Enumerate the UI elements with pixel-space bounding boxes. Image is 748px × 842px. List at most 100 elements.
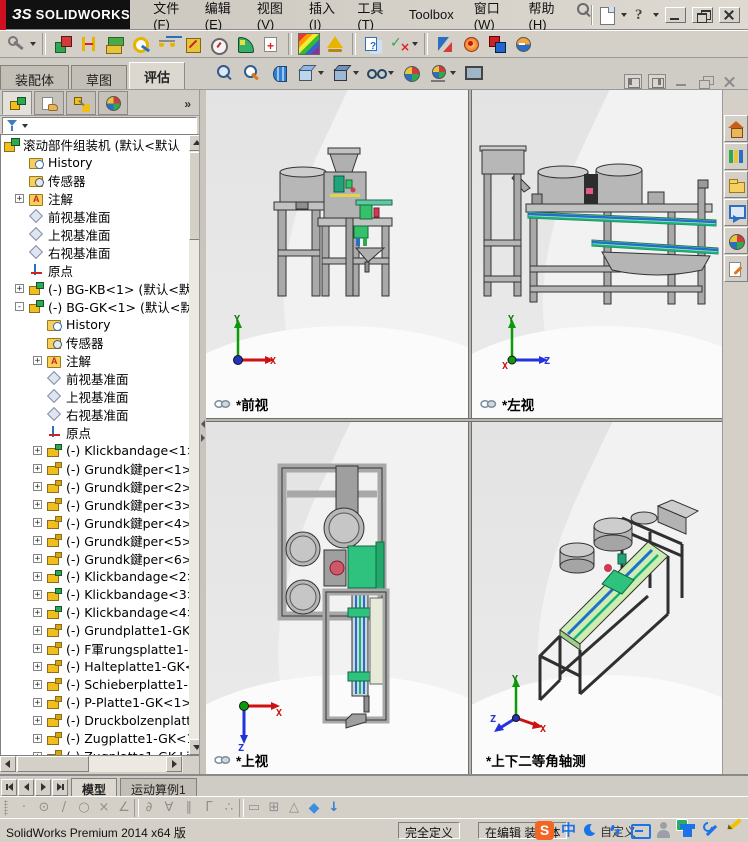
tab-assembly[interactable]: 装配体	[0, 65, 70, 89]
expand-toggle[interactable]: +	[33, 535, 42, 545]
design-checker[interactable]	[387, 32, 419, 56]
expand-toggle[interactable]: +	[33, 607, 42, 617]
expand-toggle[interactable]: +	[33, 661, 42, 671]
grid-system[interactable]: ⊞	[264, 799, 284, 817]
search-icon[interactable]	[574, 0, 591, 20]
expand-toggle[interactable]: +	[15, 193, 24, 203]
viewport-top[interactable]: X Z *上视	[206, 422, 468, 774]
corner-rectangle[interactable]: Γ	[199, 799, 219, 817]
tree-item[interactable]: 原点	[1, 261, 198, 279]
design-library[interactable]	[724, 143, 748, 170]
configurationmanager-tab[interactable]	[66, 91, 96, 115]
deviation-analysis[interactable]	[323, 32, 347, 56]
custom-properties[interactable]	[724, 255, 748, 282]
hide-show-items[interactable]	[365, 62, 395, 84]
zoom-to-fit[interactable]	[214, 62, 236, 84]
expand-toggle[interactable]: +	[33, 499, 42, 509]
featuremanager-tab[interactable]	[2, 91, 32, 115]
tree-item[interactable]: + (-) F軍rungsplatte1-	[1, 639, 198, 657]
display-style[interactable]	[330, 62, 360, 84]
solidworks-resources[interactable]	[724, 115, 748, 142]
spline[interactable]: ∂	[139, 799, 159, 817]
tree-item[interactable]: + (-) Halteplatte1-GK<	[1, 657, 198, 675]
close-button[interactable]	[719, 6, 740, 23]
expand-toggle[interactable]: +	[33, 697, 42, 707]
tab-evaluate[interactable]: 评估	[129, 62, 186, 89]
tree-horizontal-scrollbar[interactable]	[0, 756, 183, 772]
panel-splitter[interactable]	[199, 90, 206, 774]
ime-account-icon[interactable]	[655, 820, 672, 840]
help-icon[interactable]	[632, 5, 648, 25]
chevron-down-icon[interactable]	[22, 123, 28, 128]
chevron-down-icon[interactable]	[318, 71, 325, 75]
straight-slot[interactable]: ▭	[244, 799, 264, 817]
tree-item[interactable]: + 注解	[1, 189, 198, 207]
ime-chinese-mode[interactable]: 中	[561, 821, 576, 840]
view-settings[interactable]	[462, 62, 484, 84]
tree-item[interactable]: + (-) BG-KB<1> (默认<默认	[1, 279, 198, 297]
chevron-down-icon[interactable]	[388, 71, 395, 75]
tree-item[interactable]: History	[1, 315, 198, 333]
polygon[interactable]: △	[284, 799, 304, 817]
doc-restore-button[interactable]	[696, 74, 714, 89]
expand-toggle[interactable]: +	[33, 679, 42, 689]
linear-sketch-pattern[interactable]: ∴	[219, 799, 239, 817]
dfmxpress[interactable]	[485, 32, 509, 56]
offset-entities[interactable]: ∥	[179, 799, 199, 817]
sketch-anchor[interactable]: ↓	[324, 799, 344, 817]
tree-item[interactable]: 右视基准面	[1, 243, 198, 261]
ime-settings-icon[interactable]	[703, 820, 720, 840]
view-palette[interactable]	[724, 199, 748, 226]
panel-tabs-overflow[interactable]: »	[184, 97, 199, 115]
scroll-right-button[interactable]	[166, 756, 182, 772]
tree-item[interactable]: + (-) Klickbandage<3>	[1, 585, 198, 603]
expand-toggle[interactable]: -	[15, 301, 24, 311]
clearance-verification[interactable]	[77, 32, 101, 56]
ellipse[interactable]: ○	[74, 799, 94, 817]
separator[interactable]	[285, 32, 295, 56]
expand-toggle[interactable]: +	[33, 571, 42, 581]
separator[interactable]	[349, 32, 359, 56]
sketch-fillet[interactable]: ∠	[114, 799, 134, 817]
tree-item[interactable]: 上视基准面	[1, 225, 198, 243]
tree-item[interactable]: + (-) Druckbolzenplatt	[1, 711, 198, 729]
tree-item[interactable]: + (-) Klickbandage<1>	[1, 441, 198, 459]
tree-item[interactable]: 前视基准面	[1, 369, 198, 387]
import-diagnostics[interactable]	[259, 32, 283, 56]
next-tab-button[interactable]	[35, 779, 51, 796]
line[interactable]: /	[54, 799, 74, 817]
collapse-right-icon[interactable]	[201, 434, 205, 442]
zoom-to-area[interactable]	[241, 62, 263, 84]
separator[interactable]	[39, 32, 49, 56]
tree-item[interactable]: 传感器	[1, 171, 198, 189]
3d-sketch[interactable]: ◆	[304, 799, 324, 817]
expand-toggle[interactable]: +	[33, 445, 42, 455]
last-tab-button[interactable]	[52, 779, 68, 796]
tree-item[interactable]: 上视基准面	[1, 387, 198, 405]
tree-filter[interactable]	[2, 117, 197, 134]
tree-item[interactable]: + (-) Klickbandage<2>	[1, 567, 198, 585]
performance-evaluation[interactable]	[207, 32, 231, 56]
pane-left-icon[interactable]	[624, 74, 642, 89]
view-orientation[interactable]	[295, 62, 325, 84]
expand-toggle[interactable]: +	[33, 481, 42, 491]
pane-right-icon[interactable]	[648, 74, 666, 89]
tree-item[interactable]: + (-) Grundk鍵per<5> (	[1, 531, 198, 549]
simulationxpress[interactable]	[433, 32, 457, 56]
chevron-down-icon[interactable]	[353, 71, 360, 75]
tree-item[interactable]: + (-) Grundk鍵per<4> (	[1, 513, 198, 531]
first-tab-button[interactable]	[1, 779, 17, 796]
expand-toggle[interactable]: +	[15, 283, 24, 293]
tree-item[interactable]: - (-) BG-GK<1> (默认<默认	[1, 297, 198, 315]
expand-toggle[interactable]: +	[33, 733, 42, 743]
mate-keys[interactable]	[5, 32, 37, 56]
tree-item[interactable]: + (-) Zugplatte1-GK-Li	[1, 747, 198, 755]
scroll-left-button[interactable]	[0, 756, 16, 772]
tree-item[interactable]: + (-) P-Platte1-GK<1>	[1, 693, 198, 711]
viewport-left[interactable]: Y Z X *左视	[472, 90, 722, 418]
expand-toggle[interactable]: +	[33, 517, 42, 527]
propertymanager-tab[interactable]	[34, 91, 64, 115]
previous-tab-button[interactable]	[18, 779, 34, 796]
tree-item[interactable]: 传感器	[1, 333, 198, 351]
edit-appearance[interactable]	[400, 62, 422, 84]
